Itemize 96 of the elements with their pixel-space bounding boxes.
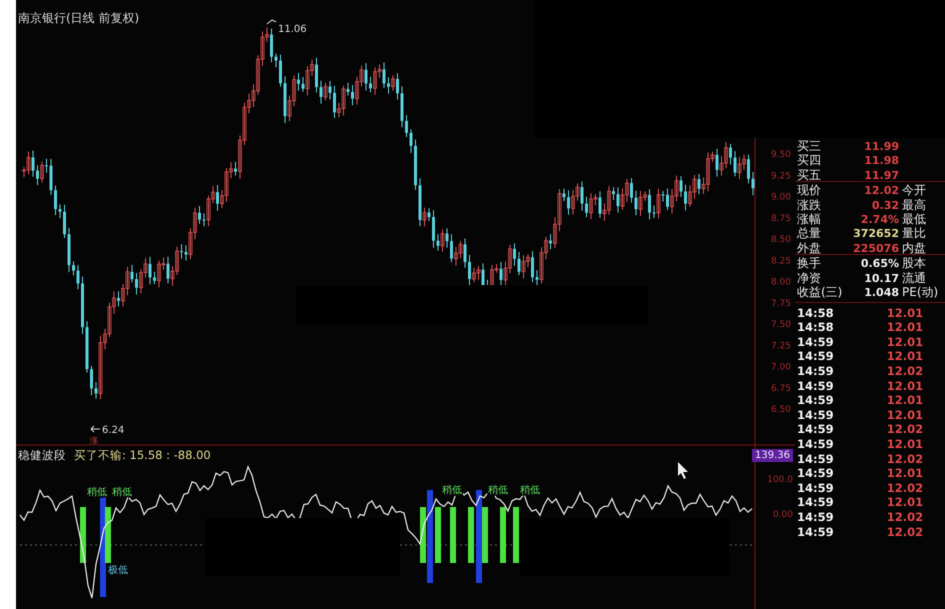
signal-bar <box>500 507 506 563</box>
quote-label: 换手 <box>796 255 822 272</box>
tick-time: 14:59 <box>796 436 835 451</box>
tick-price: 12.02 <box>886 422 924 436</box>
tick-time: 14:59 <box>796 524 835 538</box>
signal-bar <box>513 507 519 563</box>
price-axis-label: 6.50 <box>770 405 791 415</box>
tick-time: 14:59 <box>796 349 835 364</box>
leader-line <box>266 19 276 24</box>
tick-price: 12.02 <box>886 510 924 524</box>
chart-title: 南京银行(日线 前复权) <box>18 10 140 27</box>
quote-label: 买三 <box>796 138 822 154</box>
price-axis-label: 8.00 <box>770 278 791 288</box>
quote-label: 量比 <box>901 225 927 242</box>
rise-mark: 涨 <box>90 436 98 445</box>
tick-time: 14:59 <box>796 466 835 480</box>
tick-time: 14:59 <box>796 495 835 510</box>
quote-value: 11.97 <box>863 168 899 182</box>
signal-bar <box>450 507 456 563</box>
tick-price: 12.01 <box>886 436 924 451</box>
tick-time: 14:59 <box>796 334 835 349</box>
quote-value: 1.048 <box>863 286 899 299</box>
quote-value: 12.02 <box>863 184 899 198</box>
quote-label: 内盘 <box>901 240 927 257</box>
price-axis-label: 8.25 <box>770 256 791 266</box>
quote-value: 10.17 <box>863 272 899 285</box>
tick-price: 12.01 <box>886 393 924 408</box>
quote-label: 最低 <box>901 210 927 227</box>
signal-bar <box>435 507 441 563</box>
low-price-label: 6.24 <box>102 425 124 436</box>
price-axis-label: 7.75 <box>770 298 791 309</box>
tick-price: 12.02 <box>886 364 924 378</box>
price-axis-label: 9.25 <box>770 171 791 182</box>
price-axis-label: 8.75 <box>770 214 791 224</box>
tick-time: 14:59 <box>796 422 835 436</box>
tick-price: 12.01 <box>886 334 924 349</box>
indicator-axis-label: 0.00 <box>772 510 793 520</box>
quote-label: PE(动) <box>901 284 940 301</box>
tick-time: 14:59 <box>796 364 835 378</box>
tick-price: 12.02 <box>886 452 924 466</box>
quote-label: 收益(三) <box>796 284 844 301</box>
price-axis-label: 9.00 <box>770 192 791 202</box>
quote-label: 买四 <box>796 152 822 170</box>
quote-label: 涨幅 <box>796 210 822 227</box>
tick-time: 14:58 <box>796 320 835 334</box>
quote-label: 总量 <box>796 225 822 242</box>
quote-label: 涨跌 <box>796 196 822 213</box>
quote-value: 225076 <box>852 242 899 255</box>
quote-value: 0.32 <box>870 198 899 212</box>
quote-label: 现价 <box>796 182 822 199</box>
mouse-pointer-icon <box>678 462 688 479</box>
current-value-tag: 139.36 <box>752 449 793 462</box>
price-axis-label: 8.50 <box>770 235 791 245</box>
quote-label: 买五 <box>796 166 822 184</box>
price-axis-label: 6.75 <box>770 384 791 394</box>
tick-price: 12.02 <box>886 480 924 495</box>
signal-label: 极低 <box>108 565 128 576</box>
price-axis-label: 7.25 <box>770 341 791 352</box>
tick-time: 14:59 <box>796 378 835 393</box>
indicator-name: 稳健波段 <box>18 448 66 463</box>
signal-label: 稍低 <box>520 485 540 496</box>
quote-value: 0.65% <box>860 257 899 270</box>
price-axis-label: 7.00 <box>770 362 791 372</box>
price-axis-label: 7.50 <box>770 320 791 330</box>
signal-label: 稍低 <box>112 487 132 498</box>
signal-bar <box>468 507 474 563</box>
quote-value: 2.74% <box>860 212 899 226</box>
tick-price: 12.01 <box>886 466 924 480</box>
tick-price: 12.01 <box>886 320 924 334</box>
tick-price: 12.01 <box>886 495 924 510</box>
tick-price: 12.01 <box>886 378 924 393</box>
tick-time: 14:59 <box>796 452 835 466</box>
signal-bar <box>80 507 86 563</box>
leader-line <box>90 426 100 432</box>
tick-price: 12.01 <box>886 306 924 320</box>
tick-time: 14:59 <box>796 510 835 524</box>
tick-time: 14:59 <box>796 408 835 422</box>
quote-label: 今开 <box>901 182 927 198</box>
tick-price: 12.01 <box>886 349 924 364</box>
quote-value: 11.99 <box>863 140 899 153</box>
price-axis-label: 9.50 <box>770 150 791 160</box>
quote-label: 最高 <box>901 196 927 214</box>
tick-time: 14:59 <box>796 480 835 495</box>
quote-label: 股本 <box>901 255 927 272</box>
quote-label: 净资 <box>796 270 822 286</box>
indicator-axis-label: 100.0 <box>767 475 793 485</box>
quote-value: 372652 <box>852 227 899 240</box>
indicator-readout: 买了不输: 15.58 : -88.00 <box>74 448 211 463</box>
tick-price: 12.01 <box>886 408 924 422</box>
tick-time: 14:59 <box>796 393 835 408</box>
quote-value: 11.98 <box>863 154 899 168</box>
quote-label: 流通 <box>901 270 927 286</box>
tick-price: 12.02 <box>886 524 924 538</box>
high-price-label: 11.06 <box>278 24 307 35</box>
quote-label: 外盘 <box>796 240 822 257</box>
tick-time: 14:58 <box>796 306 835 320</box>
